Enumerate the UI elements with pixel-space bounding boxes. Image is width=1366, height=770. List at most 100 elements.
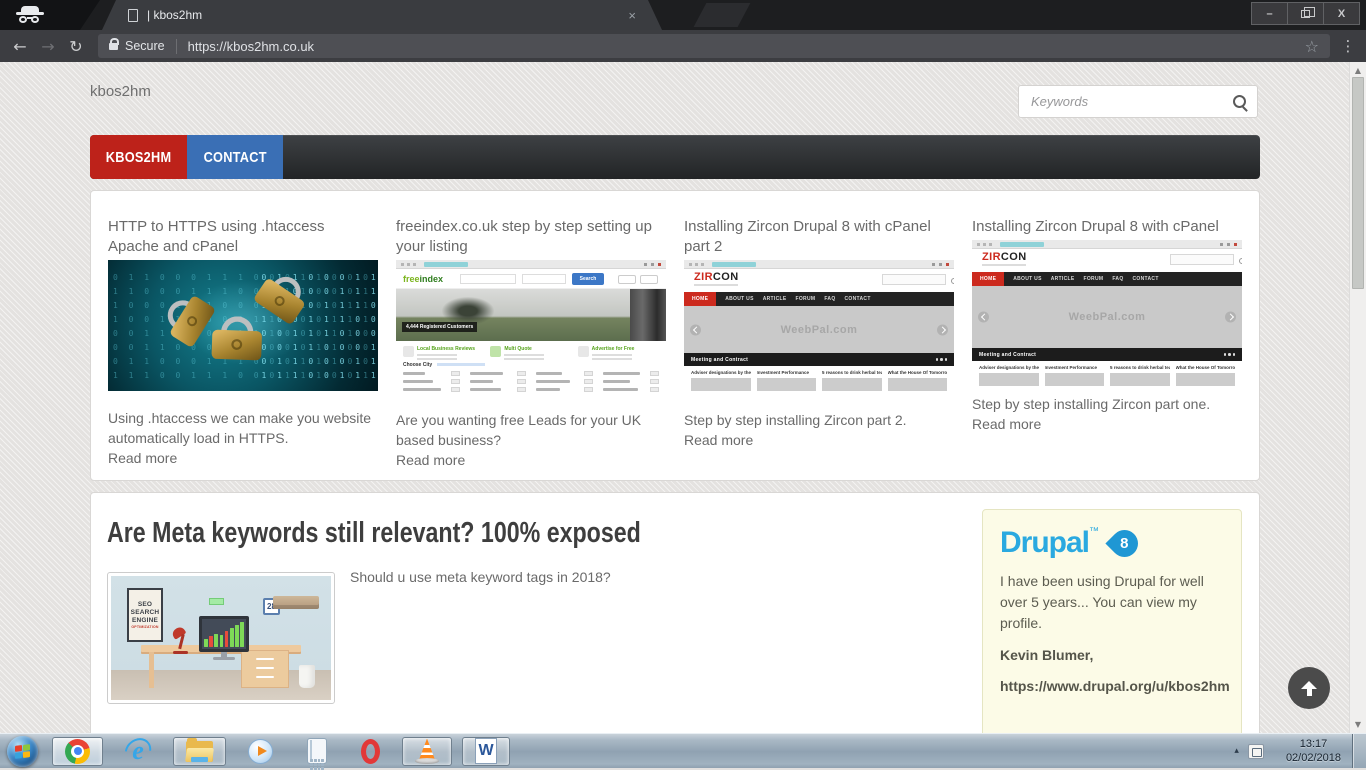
- window-controls: – X: [1252, 2, 1360, 25]
- read-more-link[interactable]: Read more: [108, 448, 378, 468]
- browser-tab[interactable]: | kbos2hm ×: [102, 0, 662, 30]
- card-zircon-1: Installing Zircon Drupal 8 with cPanel Z…: [972, 217, 1242, 480]
- nav-item-kbos2hm[interactable]: KBOS2HM: [90, 135, 187, 179]
- back-icon[interactable]: ←: [6, 37, 34, 56]
- start-button[interactable]: [7, 736, 38, 767]
- article-panel: Are Meta keywords still relevant? 100% e…: [90, 492, 1260, 733]
- taskbar-clock[interactable]: 13:17 02/02/2018: [1275, 737, 1352, 765]
- browser-window: | kbos2hm × – X ← → ↻ Secure https://kbo…: [0, 0, 1366, 62]
- word-icon: W: [475, 738, 497, 764]
- taskbar-mediaplayer-button[interactable]: [236, 737, 285, 766]
- clock-time: 13:17: [1286, 737, 1341, 751]
- tab-close-icon[interactable]: ×: [628, 9, 636, 22]
- opera-icon: [361, 739, 380, 764]
- taskbar-chrome-button[interactable]: [52, 737, 103, 766]
- seo-poster: SEO SEARCH ENGINE OPTIMIZATION: [127, 588, 163, 642]
- nav-item-contact[interactable]: CONTACT: [187, 135, 283, 179]
- thumb-browser-bar: [972, 240, 1242, 249]
- tab-title: | kbos2hm: [147, 8, 202, 22]
- scroll-to-top-button[interactable]: [1288, 667, 1330, 709]
- drupal-drop-icon: 8: [1105, 524, 1143, 562]
- show-desktop-button[interactable]: [1352, 734, 1366, 768]
- web-page: kbos2hm KBOS2HM CONTACT HTTP to HTTPS us…: [0, 62, 1349, 733]
- search-icon[interactable]: [1227, 86, 1257, 117]
- up-arrow-icon: [1301, 681, 1317, 689]
- desk-lamp: [171, 626, 191, 654]
- card-teaser: Using .htaccess we can make you website …: [108, 408, 378, 448]
- card-freeindex: freeindex.co.uk step by step setting up …: [396, 217, 666, 480]
- card-teaser: Step by step installing Zircon part one.: [972, 394, 1242, 414]
- thumb-browser-bar: [396, 260, 666, 269]
- card-zircon-2: Installing Zircon Drupal 8 with cPanel p…: [684, 217, 954, 480]
- folder-icon: [186, 741, 213, 762]
- safely-remove-hardware-icon[interactable]: [1248, 744, 1264, 759]
- forward-icon[interactable]: →: [34, 37, 62, 56]
- card-title[interactable]: Installing Zircon Drupal 8 with cPanel: [972, 217, 1242, 237]
- read-more-link[interactable]: Read more: [972, 414, 1242, 434]
- vlc-cone-icon: [415, 739, 439, 764]
- card-image-zircon[interactable]: ZIRCON HOME ABOUT US ARTICLE FORUM FAQ C…: [972, 240, 1242, 388]
- incognito-badge: [0, 0, 100, 30]
- card-https: HTTP to HTTPS using .htaccess Apache and…: [108, 217, 378, 480]
- taskbar-vlc-button[interactable]: [402, 737, 452, 766]
- article-teaser: Should u use meta keyword tags in 2018?: [350, 569, 611, 585]
- bookmark-star-icon[interactable]: ☆: [1305, 37, 1319, 56]
- taskbar-ie-button[interactable]: e: [113, 737, 163, 766]
- url-separator: [176, 39, 177, 54]
- cards-panel: HTTP to HTTPS using .htaccess Apache and…: [90, 190, 1260, 481]
- card-image-padlocks[interactable]: 0 1 1 0 0 0 1 1 1 0 0 0 1 1 0 0 0 1 1 1 …: [108, 260, 378, 391]
- read-more-link[interactable]: Read more: [396, 450, 666, 470]
- seo-desk-image[interactable]: SEO SEARCH ENGINE OPTIMIZATION 28: [111, 576, 331, 700]
- main-nav: KBOS2HM CONTACT: [90, 135, 1260, 179]
- system-tray: ▴ 13:17 02/02/2018: [1225, 734, 1366, 768]
- card-teaser: Step by step installing Zircon part 2.: [684, 410, 954, 430]
- scrollbar-up-icon[interactable]: ▲: [1350, 66, 1366, 75]
- drupal-author: Kevin Blumer,: [1000, 647, 1224, 663]
- scrollbar-thumb[interactable]: [1352, 77, 1364, 289]
- thumb-search-button: Search: [572, 273, 604, 285]
- card-image-zircon[interactable]: ZIRCON HOME ABOUT US ARTICLE FORUM FAQ C…: [684, 260, 954, 393]
- read-more-link[interactable]: Read more: [684, 430, 954, 450]
- search-input[interactable]: [1019, 94, 1227, 109]
- page-favicon-icon: [128, 9, 138, 22]
- thumb-browser-bar: [684, 260, 954, 269]
- card-title[interactable]: freeindex.co.uk step by step setting up …: [396, 217, 666, 257]
- browser-toolbar: ← → ↻ Secure https://kbos2hm.co.uk ☆ ⋮: [0, 30, 1366, 62]
- windows-taskbar: e W ▴ 13:17 02/02/2018: [0, 733, 1366, 768]
- card-title[interactable]: Installing Zircon Drupal 8 with cPanel p…: [684, 217, 954, 257]
- incognito-spy-icon: [16, 6, 44, 24]
- taskbar-word-button[interactable]: W: [462, 737, 510, 766]
- page-scrollbar[interactable]: ▲ ▼: [1349, 62, 1366, 733]
- drupal-profile-box: Drupal™ 8 I have been using Drupal for w…: [982, 509, 1242, 733]
- taskbar-explorer-button[interactable]: [173, 737, 226, 766]
- media-player-icon: [248, 739, 273, 764]
- article-image-frame: SEO SEARCH ENGINE OPTIMIZATION 28: [107, 572, 335, 704]
- secure-label: Secure: [125, 39, 165, 53]
- new-tab-button[interactable]: [694, 3, 751, 27]
- site-logo[interactable]: kbos2hm: [90, 83, 151, 100]
- url-text[interactable]: https://kbos2hm.co.uk: [188, 39, 314, 54]
- monitor-chart: [199, 616, 249, 652]
- address-bar[interactable]: Secure https://kbos2hm.co.uk ☆: [98, 34, 1330, 58]
- card-teaser: Are you wanting free Leads for your UK b…: [396, 410, 666, 450]
- card-title[interactable]: HTTP to HTTPS using .htaccess Apache and…: [108, 217, 378, 257]
- restore-button[interactable]: [1287, 2, 1324, 25]
- card-image-freeindex[interactable]: freeindex Search 4,444 Registered Custom…: [396, 260, 666, 393]
- chrome-icon: [65, 739, 90, 764]
- calculator-icon: [307, 738, 327, 764]
- scrollbar-down-icon[interactable]: ▼: [1350, 720, 1366, 729]
- close-button[interactable]: X: [1323, 2, 1360, 25]
- internet-explorer-icon: e: [125, 738, 151, 764]
- reload-icon[interactable]: ↻: [62, 37, 90, 56]
- site-search: [1018, 85, 1258, 118]
- browser-menu-icon[interactable]: ⋮: [1336, 37, 1360, 55]
- taskbar-opera-button[interactable]: [349, 737, 392, 766]
- tray-expand-icon[interactable]: ▴: [1225, 746, 1248, 756]
- drupal-wordmark: Drupal™: [1000, 526, 1099, 558]
- lock-icon: [109, 43, 118, 50]
- article-title[interactable]: Are Meta keywords still relevant? 100% e…: [107, 517, 774, 550]
- restore-icon: [1301, 10, 1310, 18]
- taskbar-calculator-button[interactable]: [295, 737, 339, 766]
- minimize-button[interactable]: –: [1251, 2, 1288, 25]
- drupal-profile-link[interactable]: https://www.drupal.org/u/kbos2hm: [1000, 678, 1224, 694]
